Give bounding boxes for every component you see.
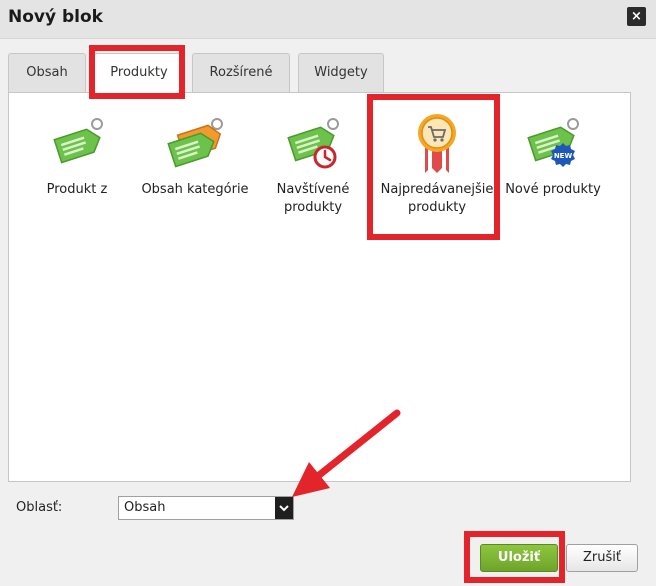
area-select-value: Obsah — [124, 500, 166, 515]
block-item-label: Obsah kategórie — [141, 182, 249, 197]
dialog-titlebar: Nový blok × — [0, 0, 656, 39]
block-item-obsah-kategorie[interactable]: Obsah kategórie — [135, 113, 255, 199]
tab-panel-produkty: Produkt z Obsah kategórie Navštívené pro… — [8, 92, 631, 482]
area-select[interactable]: Obsah — [118, 496, 294, 520]
tag-new-icon: NEW — [527, 118, 579, 167]
tab-produkty[interactable]: Produkty — [94, 53, 184, 94]
save-button[interactable]: Uložiť — [480, 544, 558, 572]
tab-rozsirene[interactable]: Rozšírené — [192, 53, 290, 92]
block-item-navstivene-produkty[interactable]: Navštívené produkty — [253, 113, 373, 217]
tag-clock-icon — [287, 118, 339, 169]
close-button[interactable]: × — [627, 7, 646, 26]
dialog-title: Nový blok — [8, 7, 103, 27]
tag-icon — [53, 118, 103, 164]
chevron-down-icon[interactable] — [275, 497, 293, 519]
cancel-button[interactable]: Zrušiť — [566, 544, 638, 572]
block-item-produkt-z[interactable]: Produkt z — [17, 113, 137, 199]
block-item-label: Navštívené produkty — [276, 182, 350, 215]
new-badge-text: NEW — [554, 152, 573, 160]
block-item-najpredavanejsie-produkty[interactable]: Najpredávanejšie produkty — [371, 113, 503, 217]
area-label: Oblasť: — [16, 500, 63, 515]
block-item-nove-produkty[interactable]: NEW Nové produkty — [493, 113, 613, 199]
block-item-label: Nové produkty — [505, 182, 601, 197]
ribbon-cart-icon — [418, 114, 456, 173]
tab-obsah[interactable]: Obsah — [8, 53, 86, 92]
double-tag-icon — [167, 118, 223, 168]
tab-widgety[interactable]: Widgety — [298, 53, 384, 92]
new-block-dialog: Nový blok × Obsah Produkty Rozšírené Wid… — [0, 0, 656, 586]
close-icon: × — [631, 9, 642, 24]
block-item-label: Produkt z — [46, 182, 108, 197]
block-item-label: Najpredávanejšie produkty — [380, 182, 494, 215]
